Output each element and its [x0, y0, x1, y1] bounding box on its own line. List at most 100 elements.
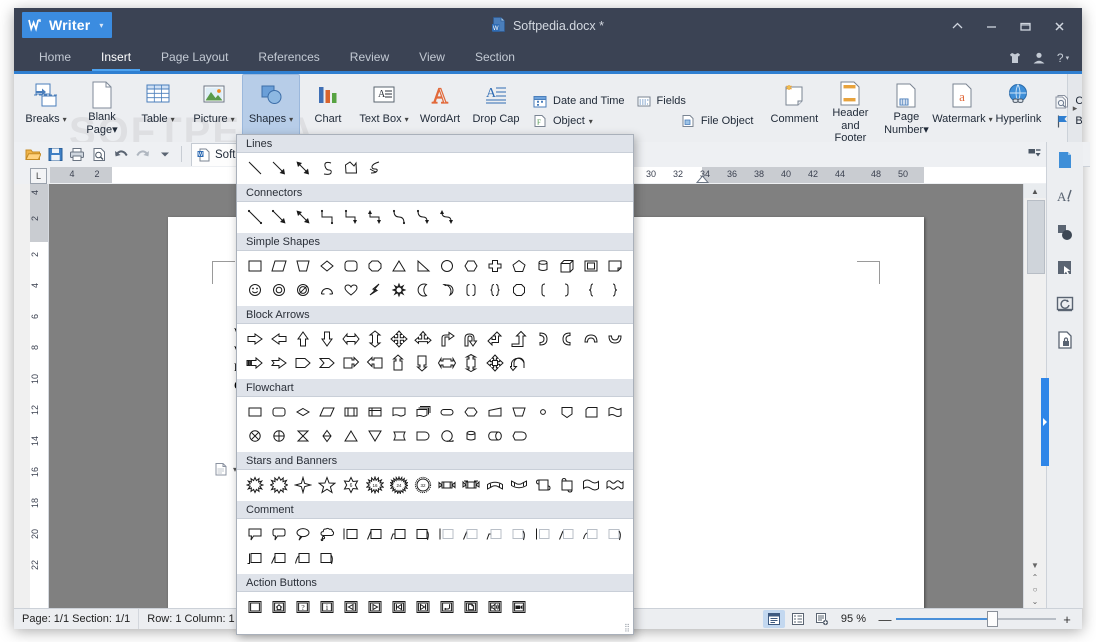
- shape-star-6-point[interactable]: 6: [339, 473, 363, 497]
- shape-line-callout-4-border[interactable]: [507, 522, 531, 546]
- panel-resize-grip[interactable]: ⣿: [624, 623, 630, 632]
- collapse-ribbon-button[interactable]: [940, 12, 974, 40]
- shape-up-down-arrow-callout[interactable]: [459, 351, 483, 375]
- shape-quad-arrow-callout[interactable]: [483, 351, 507, 375]
- shape-left-arrow[interactable]: [267, 327, 291, 351]
- shape-flowchart-document[interactable]: [387, 400, 411, 424]
- indent-marker-icon[interactable]: [696, 175, 709, 183]
- object-button[interactable]: F Object ▾: [526, 111, 598, 131]
- shape-line-callout-2-noborder[interactable]: [267, 546, 291, 570]
- shape-oval-callout[interactable]: [291, 522, 315, 546]
- shape-flowchart-sort[interactable]: [315, 424, 339, 448]
- shape-flowchart-manual-input[interactable]: [483, 400, 507, 424]
- revision-icon[interactable]: [1047, 286, 1083, 322]
- shape-explosion-1[interactable]: [243, 473, 267, 497]
- shape-flowchart-sequential-access[interactable]: [435, 424, 459, 448]
- shape-scribble[interactable]: [363, 156, 387, 180]
- date-and-time-button[interactable]: Date and Time: [526, 91, 630, 111]
- shape-explosion-2[interactable]: [267, 473, 291, 497]
- paste-options-button[interactable]: ▾: [214, 462, 237, 477]
- shape-wave[interactable]: [579, 473, 603, 497]
- save-icon[interactable]: [44, 144, 66, 164]
- shape-left-right-arrow[interactable]: [339, 327, 363, 351]
- shape-flowchart-collate[interactable]: [291, 424, 315, 448]
- shape-action-button-help[interactable]: ?: [291, 595, 315, 619]
- shape-line-callout-4-accent[interactable]: [603, 522, 627, 546]
- shape-flowchart-decision[interactable]: [291, 400, 315, 424]
- shape-curved-arrow-connector[interactable]: [411, 205, 435, 229]
- shape-rectangle[interactable]: [243, 254, 267, 278]
- ribbon-options-icon[interactable]: [1024, 144, 1044, 164]
- shape-vertical-scroll[interactable]: [531, 473, 555, 497]
- zoom-out-button[interactable]: —: [876, 612, 894, 627]
- shape-action-button-forward[interactable]: [363, 595, 387, 619]
- shape-horizontal-scroll[interactable]: [555, 473, 579, 497]
- selection-pane-icon[interactable]: [1047, 250, 1083, 286]
- shape-flowchart-extract[interactable]: [339, 424, 363, 448]
- shape-curved-left-arrow[interactable]: [555, 327, 579, 351]
- chart-button[interactable]: Chart: [300, 74, 356, 142]
- status-position-info[interactable]: Row: 1 Column: 1: [139, 609, 244, 629]
- shape-curved-right-arrow[interactable]: [531, 327, 555, 351]
- shape-star-16-point[interactable]: 16: [363, 473, 387, 497]
- shape-straight-connector[interactable]: [243, 205, 267, 229]
- shape-up-ribbon[interactable]: [435, 473, 459, 497]
- shape-bent-up-arrow[interactable]: [507, 327, 531, 351]
- shape-up-arrow-callout[interactable]: [387, 351, 411, 375]
- tab-view[interactable]: View: [404, 44, 460, 71]
- page-properties-icon[interactable]: [1047, 142, 1083, 178]
- shape-flowchart-multidocument[interactable]: [411, 400, 435, 424]
- zoom-in-button[interactable]: +: [1058, 612, 1076, 627]
- shape-heart[interactable]: [339, 278, 363, 302]
- shape-freeform[interactable]: [339, 156, 363, 180]
- shape-line-callout-1-border[interactable]: [435, 522, 459, 546]
- shape-action-button-home[interactable]: [267, 595, 291, 619]
- comment-button[interactable]: Comment: [766, 74, 822, 142]
- shape-line-callout-2-border[interactable]: [459, 522, 483, 546]
- shapes-dropdown-panel[interactable]: Lines Connectors Simple Shapes Block Arr…: [236, 134, 634, 635]
- cross-reference-button[interactable]: Cross-reference: [1048, 91, 1082, 111]
- shape-pentagon[interactable]: [507, 254, 531, 278]
- shape-diamond[interactable]: [315, 254, 339, 278]
- shape-striped-right-arrow[interactable]: [243, 351, 267, 375]
- shape-flowchart-punched-tape[interactable]: [603, 400, 627, 424]
- shape-flowchart-process[interactable]: [243, 400, 267, 424]
- shape-hexagon[interactable]: [459, 254, 483, 278]
- shape-regular-polygon[interactable]: [507, 278, 531, 302]
- shape-no-symbol[interactable]: [291, 278, 315, 302]
- shape-left-up-arrow[interactable]: [483, 327, 507, 351]
- user-account-icon[interactable]: [1028, 47, 1050, 69]
- shape-bent-arrow[interactable]: [435, 327, 459, 351]
- vertical-ruler[interactable]: 4 2 2 4 6 8 10 12 14 16 18 20 22: [30, 184, 49, 608]
- shape-rounded-rectangular-callout[interactable]: [267, 522, 291, 546]
- shape-action-button-end[interactable]: [411, 595, 435, 619]
- shape-properties-icon[interactable]: [1047, 214, 1083, 250]
- file-object-button[interactable]: File Object: [674, 111, 759, 131]
- shape-line[interactable]: [243, 156, 267, 180]
- shape-notched-right-arrow[interactable]: [267, 351, 291, 375]
- shape-arc[interactable]: [315, 278, 339, 302]
- styles-icon[interactable]: A: [1047, 178, 1083, 214]
- shape-curve[interactable]: [315, 156, 339, 180]
- scroll-down-button[interactable]: ▼: [1031, 561, 1039, 570]
- shape-flowchart-data[interactable]: [315, 400, 339, 424]
- tab-references[interactable]: References: [243, 44, 334, 71]
- shape-straight-arrow-connector[interactable]: [267, 205, 291, 229]
- shape-left-right-arrow-callout[interactable]: [435, 351, 459, 375]
- shape-double-brace[interactable]: [483, 278, 507, 302]
- picture-button[interactable]: Picture ▾: [186, 74, 242, 142]
- close-button[interactable]: [1042, 12, 1076, 40]
- shape-elbow-double-arrow-connector[interactable]: [363, 205, 387, 229]
- shape-action-button-return[interactable]: [435, 595, 459, 619]
- print-icon[interactable]: [66, 144, 88, 164]
- scrollbar-thumb[interactable]: [1027, 200, 1045, 274]
- shape-circle[interactable]: [435, 254, 459, 278]
- shape-curved-double-arrow-connector[interactable]: [435, 205, 459, 229]
- shape-line-callout-3-noborder[interactable]: [291, 546, 315, 570]
- shape-curved-up-arrow[interactable]: [579, 327, 603, 351]
- shape-quad-arrow[interactable]: [387, 327, 411, 351]
- shape-flowchart-connector[interactable]: [531, 400, 555, 424]
- shape-block-arc[interactable]: [435, 278, 459, 302]
- shape-isosceles-triangle[interactable]: [387, 254, 411, 278]
- watermark-button[interactable]: a Watermark ▾: [932, 74, 993, 142]
